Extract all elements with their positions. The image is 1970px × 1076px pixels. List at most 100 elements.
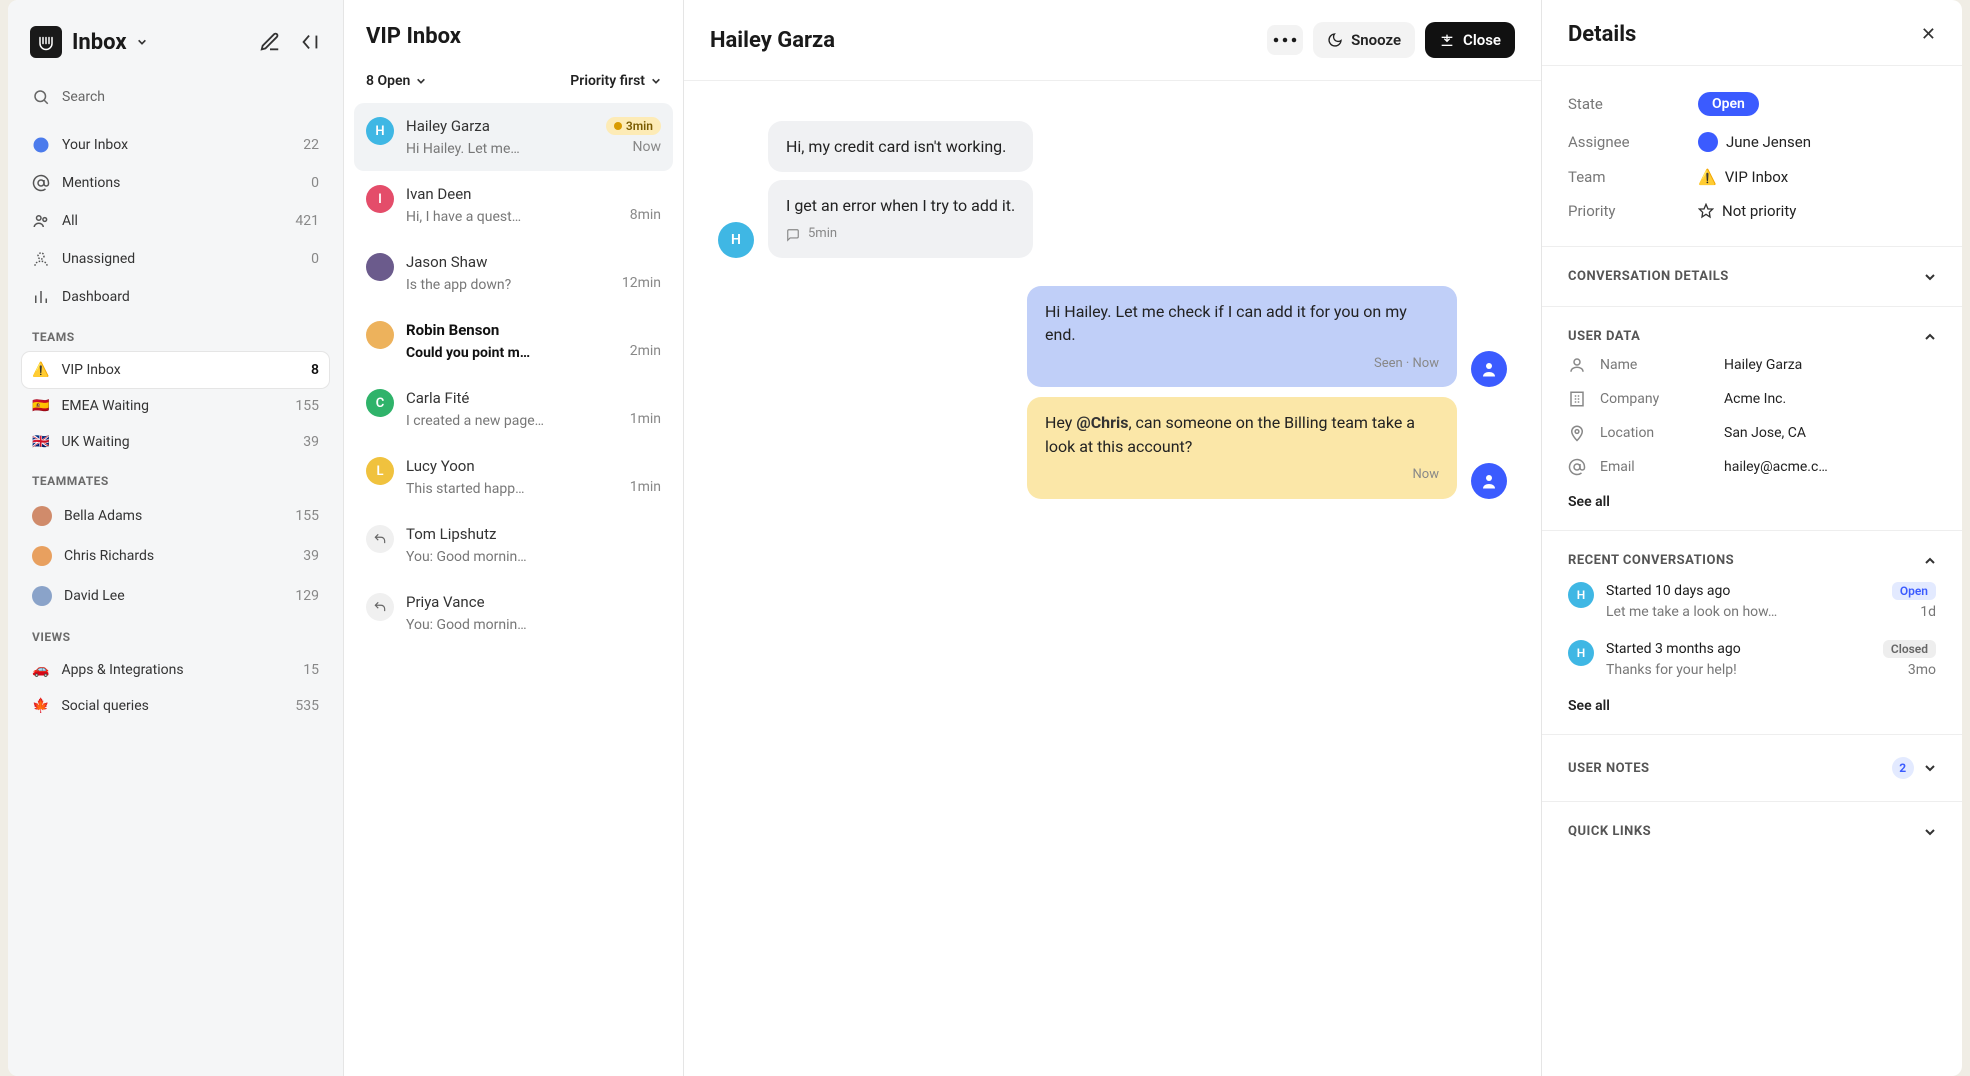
sidebar-item-count: 39	[303, 548, 319, 564]
details-header: Details ✕	[1542, 0, 1962, 66]
avatar: C	[366, 389, 394, 417]
close-details-icon[interactable]: ✕	[1921, 24, 1936, 45]
sidebar-item-label: Unassigned	[62, 251, 135, 267]
sidebar-item-uk-waiting[interactable]: 🇬🇧UK Waiting 39	[22, 424, 329, 460]
more-button[interactable]	[1267, 25, 1303, 55]
search-input[interactable]: Search	[22, 78, 329, 116]
sidebar-title: Inbox	[72, 30, 127, 55]
sidebar-item-unassigned[interactable]: Unassigned 0	[22, 240, 329, 278]
user-data-header[interactable]: USER DATA	[1568, 325, 1936, 348]
recent-conversation-item[interactable]: H Started 3 months ago Closed Thanks for…	[1568, 630, 1936, 688]
collapse-sidebar-icon[interactable]	[299, 31, 321, 53]
conversation-time: 8min	[630, 207, 661, 223]
avatar: L	[366, 457, 394, 485]
quick-links-section[interactable]: QUICK LINKS	[1542, 802, 1962, 861]
message-bubble[interactable]: Hi, my credit card isn't working.	[768, 121, 1033, 172]
chevron-down-icon	[651, 76, 661, 86]
list-title: VIP Inbox	[366, 24, 661, 49]
sidebar-item-vip-inbox[interactable]: ⚠️VIP Inbox 8	[22, 352, 329, 388]
recent-conversation-item[interactable]: H Started 10 days ago Open Let me take a…	[1568, 572, 1936, 630]
open-count-dropdown[interactable]: 8 Open	[366, 73, 426, 89]
section-heading: USER DATA	[1568, 329, 1640, 344]
see-all-user-data[interactable]: See all	[1568, 484, 1936, 512]
close-button[interactable]: Close	[1425, 22, 1515, 58]
unassigned-icon	[32, 250, 50, 268]
team-label: Team	[1568, 168, 1698, 186]
sidebar-item-label: Mentions	[62, 175, 120, 191]
sidebar-brand[interactable]: Inbox	[30, 26, 147, 58]
chat-icon	[786, 228, 800, 242]
state-label: State	[1568, 95, 1698, 113]
conversation-item[interactable]: H Hailey Garza 3min Hi Hailey. Let me… N…	[354, 103, 673, 171]
conversation-panel: Hailey Garza Snooze Close H	[684, 0, 1542, 1076]
sidebar-item-mentions[interactable]: Mentions 0	[22, 164, 329, 202]
people-icon	[32, 212, 50, 230]
section-heading: USER NOTES	[1568, 761, 1650, 776]
conversation-preview: Hi, I have a quest…	[406, 209, 521, 225]
recent-age: 3mo	[1908, 662, 1936, 678]
at-icon	[32, 174, 50, 192]
conversation-item[interactable]: Tom Lipshutz You: Good mornin…	[354, 511, 673, 579]
app-logo-icon	[30, 26, 62, 58]
user-notes-section[interactable]: USER NOTES 2	[1542, 735, 1962, 802]
sidebar-item-teammate[interactable]: David Lee 129	[22, 576, 329, 616]
conversation-name: Ivan Deen	[406, 185, 471, 203]
leaf-icon: 🍁	[32, 698, 49, 714]
sidebar-item-count: 129	[295, 588, 319, 604]
conversation-item[interactable]: C Carla Fité I created a new page… 1min	[354, 375, 673, 443]
message-bubble[interactable]: Hey @Chris, can someone on the Billing t…	[1027, 397, 1457, 498]
sidebar-item-teammate[interactable]: Bella Adams 155	[22, 496, 329, 536]
warning-icon: ⚠️	[1698, 168, 1717, 186]
priority-label: Priority	[1568, 202, 1698, 220]
recent-conversations-header[interactable]: RECENT CONVERSATIONS	[1568, 549, 1936, 572]
message-meta: Now	[1045, 466, 1439, 485]
details-title: Details	[1568, 22, 1636, 47]
conversation-header: Hailey Garza Snooze Close	[684, 0, 1541, 81]
sidebar-item-count: 155	[295, 508, 319, 524]
sidebar-item-label: Bella Adams	[64, 508, 142, 524]
compose-icon[interactable]	[259, 31, 281, 53]
conversation-item[interactable]: Priya Vance You: Good mornin…	[354, 579, 673, 647]
sidebar-item-emea-waiting[interactable]: 🇪🇸EMEA Waiting 155	[22, 388, 329, 424]
conversation-name: Hailey Garza	[406, 117, 490, 135]
recent-started: Started 10 days ago	[1606, 583, 1730, 599]
avatar	[32, 506, 52, 526]
message-bubble[interactable]: I get an error when I try to add it. 5mi…	[768, 180, 1033, 258]
team-value[interactable]: ⚠️VIP Inbox	[1698, 168, 1788, 186]
sidebar-item-your-inbox[interactable]: Your Inbox 22	[22, 126, 329, 164]
conversation-item[interactable]: Robin Benson Could you point m… 2min	[354, 307, 673, 375]
avatar: H	[1568, 640, 1594, 666]
mention[interactable]: @Chris	[1076, 413, 1128, 432]
sidebar-item-count: 0	[311, 251, 319, 267]
conversation-item[interactable]: Jason Shaw Is the app down? 12min	[354, 239, 673, 307]
warning-icon: ⚠️	[32, 362, 49, 378]
conversation-list: VIP Inbox 8 Open Priority first H Hailey…	[344, 0, 684, 1076]
conversation-details-section[interactable]: CONVERSATION DETAILS	[1542, 247, 1962, 307]
star-icon	[1698, 203, 1714, 219]
flag-gb-icon: 🇬🇧	[32, 434, 49, 450]
user-company-row: Company Acme Inc.	[1568, 382, 1936, 416]
state-badge[interactable]: Open	[1698, 92, 1759, 116]
user-notes-count: 2	[1892, 757, 1914, 779]
search-icon	[32, 88, 50, 106]
assignee-value[interactable]: June Jensen	[1698, 132, 1811, 152]
sidebar-item-all[interactable]: All 421	[22, 202, 329, 240]
message-bubble[interactable]: Hi Hailey. Let me check if I can add it …	[1027, 286, 1457, 387]
priority-value[interactable]: Not priority	[1698, 202, 1796, 220]
sla-pill: 3min	[606, 117, 661, 135]
sidebar-item-dashboard[interactable]: Dashboard	[22, 278, 329, 316]
conversation-name: Lucy Yoon	[406, 457, 475, 475]
conversation-item[interactable]: I Ivan Deen Hi, I have a quest… 8min	[354, 171, 673, 239]
sidebar-item-apps-integrations[interactable]: 🚗Apps & Integrations 15	[22, 652, 329, 688]
sidebar-item-label: Dashboard	[62, 289, 130, 305]
agent-avatar	[1471, 351, 1507, 387]
avatar: H	[366, 117, 394, 145]
sidebar-item-count: 0	[311, 175, 319, 191]
see-all-recent[interactable]: See all	[1568, 688, 1936, 716]
snooze-button[interactable]: Snooze	[1313, 22, 1415, 58]
agent-avatar	[1471, 463, 1507, 499]
sort-dropdown[interactable]: Priority first	[570, 73, 661, 89]
sidebar-item-social-queries[interactable]: 🍁Social queries 535	[22, 688, 329, 724]
sidebar-item-teammate[interactable]: Chris Richards 39	[22, 536, 329, 576]
conversation-item[interactable]: L Lucy Yoon This started happ… 1min	[354, 443, 673, 511]
